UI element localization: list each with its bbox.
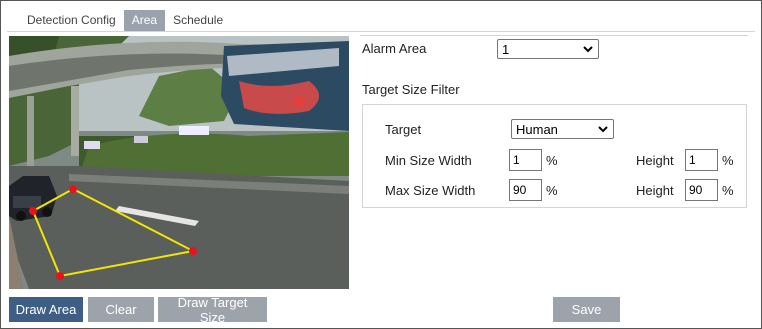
max-height-unit: %	[722, 183, 734, 198]
alarm-area-select[interactable]: 1	[497, 39, 599, 59]
tab-bar: Detection Config Area Schedule	[19, 9, 231, 31]
target-value: Human	[516, 121, 558, 137]
clear-button[interactable]: Clear	[88, 297, 154, 322]
max-width-value: 90	[513, 183, 527, 197]
area-vertex-handle[interactable]	[189, 247, 197, 255]
save-button[interactable]: Save	[553, 297, 620, 322]
camera-scene	[9, 36, 349, 289]
draw-target-size-button[interactable]: Draw Target Size	[158, 295, 267, 325]
min-width-input[interactable]: 1	[509, 149, 542, 171]
max-width-input[interactable]: 90	[509, 179, 542, 201]
max-height-value: 90	[689, 183, 703, 197]
alarm-area-label: Alarm Area	[362, 41, 427, 56]
max-size-width-label: Max Size Width	[385, 183, 476, 198]
alarm-area-value: 1	[502, 41, 510, 57]
min-height-unit: %	[722, 153, 734, 168]
max-height-label: Height	[636, 183, 674, 198]
min-height-value: 1	[689, 153, 696, 167]
chevron-down-icon	[583, 46, 593, 53]
min-height-label: Height	[636, 153, 674, 168]
chevron-down-icon	[598, 126, 608, 133]
target-size-filter-title: Target Size Filter	[362, 82, 460, 97]
min-size-width-label: Min Size Width	[385, 153, 472, 168]
min-width-unit: %	[546, 153, 558, 168]
area-vertex-handle[interactable]	[56, 272, 64, 280]
area-vertex-handle[interactable]	[29, 207, 37, 215]
max-height-input[interactable]: 90	[685, 179, 718, 201]
camera-preview[interactable]	[9, 36, 349, 289]
panel-divider	[360, 35, 748, 36]
tab-area[interactable]: Area	[123, 10, 166, 31]
tab-schedule[interactable]: Schedule	[165, 10, 231, 31]
min-width-value: 1	[513, 153, 520, 167]
draw-area-button[interactable]: Draw Area	[9, 297, 83, 322]
window-frame: Detection Config Area Schedule Draw Area…	[0, 0, 762, 329]
max-width-unit: %	[546, 183, 558, 198]
tab-divider	[7, 31, 755, 32]
target-select[interactable]: Human	[511, 119, 614, 139]
target-label: Target	[385, 122, 422, 137]
min-height-input[interactable]: 1	[685, 149, 718, 171]
area-vertex-handle[interactable]	[69, 185, 77, 193]
tab-detection-config[interactable]: Detection Config	[19, 10, 124, 31]
